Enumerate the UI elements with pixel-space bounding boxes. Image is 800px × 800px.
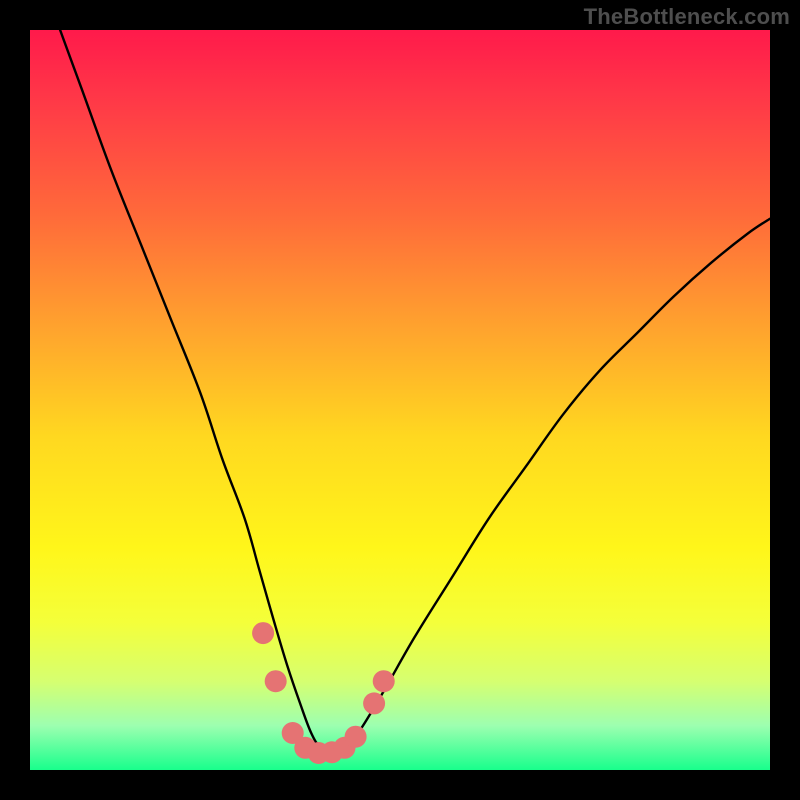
curve-marker [265,670,287,692]
gradient-background [30,30,770,770]
curve-marker [363,692,385,714]
curve-marker [345,726,367,748]
chart-svg [30,30,770,770]
watermark-text: TheBottleneck.com [584,4,790,30]
plot-area [30,30,770,770]
curve-marker [373,670,395,692]
chart-frame: TheBottleneck.com [0,0,800,800]
curve-marker [252,622,274,644]
